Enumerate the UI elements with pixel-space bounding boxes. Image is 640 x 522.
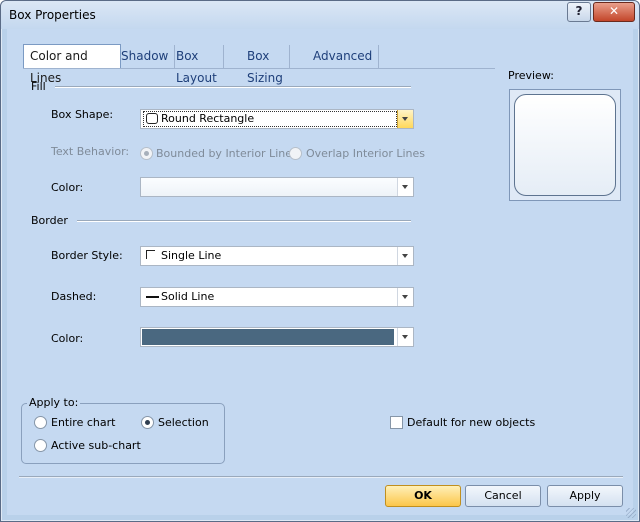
box-shape-label: Box Shape: bbox=[51, 108, 114, 121]
help-button[interactable]: ? bbox=[567, 2, 591, 22]
border-color-label: Color: bbox=[51, 332, 84, 345]
tab-color-and-lines[interactable]: Color and Lines bbox=[23, 44, 121, 85]
fill-color-dropdown[interactable] bbox=[140, 177, 414, 197]
radio-bounded-interior-label: Bounded by Interior Lines bbox=[156, 147, 298, 160]
tab-shadow[interactable]: Shadow bbox=[115, 45, 176, 68]
chevron-down-icon[interactable] bbox=[397, 247, 413, 265]
resize-grip-icon[interactable] bbox=[626, 508, 636, 518]
solid-line-icon bbox=[146, 296, 159, 298]
apply-to-group bbox=[21, 403, 225, 464]
fill-divider bbox=[55, 86, 411, 88]
border-color-swatch bbox=[142, 329, 394, 345]
radio-active-sub-chart[interactable] bbox=[34, 439, 47, 452]
close-button[interactable]: ✕ bbox=[593, 2, 635, 22]
fill-color-label: Color: bbox=[51, 181, 84, 194]
footer-divider bbox=[19, 476, 623, 478]
default-for-new-objects-label: Default for new objects bbox=[407, 416, 536, 429]
apply-button[interactable]: Apply bbox=[547, 485, 623, 507]
tab-divider bbox=[23, 68, 495, 69]
radio-overlap-interior[interactable] bbox=[289, 147, 302, 160]
round-rectangle-icon bbox=[146, 113, 158, 124]
border-style-label: Border Style: bbox=[51, 249, 123, 262]
chevron-down-icon[interactable] bbox=[397, 288, 413, 306]
title-bar: Box Properties ? ✕ bbox=[1, 1, 639, 29]
radio-active-sub-chart-label: Active sub-chart bbox=[51, 439, 141, 452]
radio-bounded-interior[interactable] bbox=[140, 147, 153, 160]
box-shape-value: Round Rectangle bbox=[161, 112, 255, 125]
chevron-down-icon[interactable] bbox=[397, 178, 413, 196]
window-title: Box Properties bbox=[9, 8, 96, 22]
dashed-value: Solid Line bbox=[161, 290, 215, 303]
single-line-icon bbox=[146, 250, 155, 259]
radio-selection-label: Selection bbox=[158, 416, 209, 429]
dashed-dropdown[interactable]: Solid Line bbox=[140, 287, 414, 307]
preview-panel bbox=[509, 89, 621, 201]
dashed-label: Dashed: bbox=[51, 290, 97, 303]
radio-entire-chart[interactable] bbox=[34, 416, 47, 429]
dialog-window: Box Properties ? ✕ Color and Lines Shado… bbox=[0, 0, 640, 522]
border-style-value: Single Line bbox=[161, 249, 222, 262]
preview-label: Preview: bbox=[508, 69, 554, 82]
preview-round-rectangle bbox=[514, 94, 616, 196]
fill-group-label: Fill bbox=[31, 80, 46, 93]
tab-advanced[interactable]: Advanced bbox=[307, 45, 380, 68]
radio-overlap-interior-label: Overlap Interior Lines bbox=[306, 147, 426, 160]
border-color-dropdown[interactable] bbox=[140, 327, 414, 347]
tab-box-sizing[interactable]: Box Sizing bbox=[241, 45, 290, 85]
border-style-dropdown[interactable]: Single Line bbox=[140, 246, 414, 266]
box-shape-dropdown[interactable]: Round Rectangle bbox=[140, 109, 414, 129]
border-divider bbox=[77, 220, 411, 222]
text-behavior-label: Text Behavior: bbox=[51, 145, 130, 158]
border-group-label: Border bbox=[31, 214, 68, 227]
tab-box-layout[interactable]: Box Layout bbox=[170, 45, 224, 85]
ok-button[interactable]: OK bbox=[385, 485, 461, 507]
apply-to-label: Apply to: bbox=[27, 396, 81, 409]
default-for-new-objects-checkbox[interactable] bbox=[390, 416, 403, 429]
chevron-down-icon[interactable] bbox=[397, 110, 413, 128]
chevron-down-icon[interactable] bbox=[397, 328, 413, 346]
radio-entire-chart-label: Entire chart bbox=[51, 416, 116, 429]
dialog-body: Color and Lines Shadow Box Layout Box Si… bbox=[7, 29, 633, 515]
cancel-button[interactable]: Cancel bbox=[465, 485, 541, 507]
radio-selection[interactable] bbox=[141, 416, 154, 429]
